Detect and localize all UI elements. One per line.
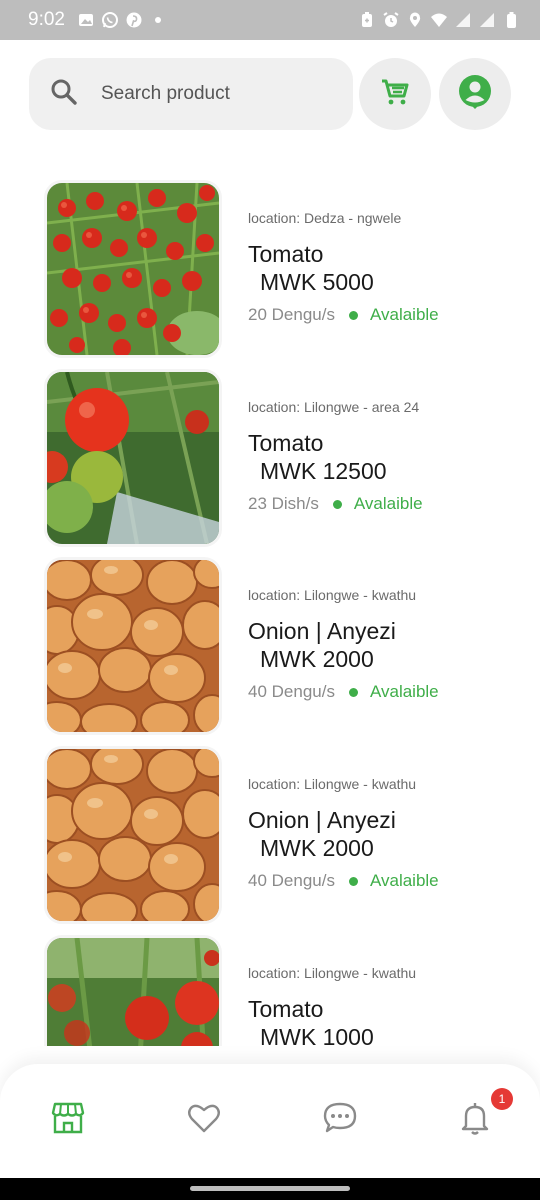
bell-icon (457, 1100, 493, 1141)
app-screen: 9:02 Search product location: Dedza - ng… (0, 0, 540, 1200)
nav-store-button[interactable] (48, 1100, 88, 1140)
search-input[interactable] (101, 83, 321, 105)
signal-icon (454, 11, 472, 29)
status-bar: 9:02 (0, 0, 540, 40)
nav-favorites-button[interactable] (184, 1100, 224, 1140)
whatsapp-icon (101, 11, 119, 29)
product-location: location: Lilongwe - kwathu (248, 965, 417, 981)
product-image-garden-tomatoes (44, 935, 222, 1046)
product-location: location: Lilongwe - kwathu (248, 587, 417, 603)
product-card[interactable]: location: Lilongwe - area 24 Tomato MWK … (44, 369, 514, 547)
status-right-icons (358, 11, 520, 29)
location-icon (406, 11, 424, 29)
product-info: location: Lilongwe - kwathu Tomato MWK 1… (248, 935, 416, 1046)
product-list[interactable]: location: Dedza - ngwele Tomato MWK 5000… (0, 180, 540, 1046)
product-status: Avalaible (353, 494, 423, 513)
gesture-area (0, 1178, 540, 1200)
product-image-vine-tomatoes (44, 369, 222, 547)
product-meta: 40 Dengu/s Avalaible (248, 871, 439, 891)
product-quantity: 23 Dish/s (248, 494, 319, 513)
product-name: Tomato (248, 996, 324, 1022)
product-location: location: Lilongwe - area 24 (248, 399, 420, 415)
chat-icon (322, 1100, 358, 1141)
status-dot-icon (348, 687, 358, 697)
bottom-nav: 1 (0, 1064, 540, 1178)
product-price: MWK 1000 (260, 1024, 374, 1046)
status-time: 9:02 (28, 9, 65, 30)
product-price: MWK 5000 (260, 269, 374, 295)
signal-icon-2 (478, 11, 496, 29)
product-price: MWK 2000 (260, 835, 374, 861)
product-quantity: 20 Dengu/s (248, 305, 335, 324)
product-price: MWK 2000 (260, 646, 374, 672)
cart-icon (379, 76, 411, 113)
battery-icon (502, 11, 520, 29)
product-image-onions (44, 557, 222, 735)
battery-saver-icon (358, 11, 376, 29)
product-name: Onion | Anyezi (248, 618, 396, 644)
nav-messages-button[interactable] (320, 1100, 360, 1140)
product-name: Tomato (248, 241, 324, 267)
product-price: MWK 12500 (260, 458, 387, 484)
dot-icon (149, 11, 167, 29)
header (29, 58, 511, 130)
product-status: Avalaible (369, 871, 439, 890)
alarm-icon (382, 11, 400, 29)
product-info: location: Lilongwe - area 24 Tomato MWK … (248, 369, 423, 547)
product-meta: 20 Dengu/s Avalaible (248, 305, 439, 325)
product-card[interactable]: location: Lilongwe - kwathu Onion | Anye… (44, 557, 514, 735)
product-card[interactable]: location: Lilongwe - kwathu Tomato MWK 1… (44, 935, 514, 1046)
profile-button[interactable] (439, 58, 511, 130)
product-card[interactable]: location: Lilongwe - kwathu Onion | Anye… (44, 746, 514, 924)
wifi-icon (430, 11, 448, 29)
product-image-cherry-tomatoes (44, 180, 222, 358)
product-info: location: Lilongwe - kwathu Onion | Anye… (248, 746, 439, 924)
product-quantity: 40 Dengu/s (248, 682, 335, 701)
product-image-onions (44, 746, 222, 924)
product-status: Avalaible (369, 305, 439, 324)
product-location: location: Lilongwe - kwathu (248, 776, 417, 792)
product-info: location: Lilongwe - kwathu Onion | Anye… (248, 557, 439, 735)
product-info: location: Dedza - ngwele Tomato MWK 5000… (248, 180, 439, 358)
store-icon (50, 1100, 86, 1141)
product-quantity: 40 Dengu/s (248, 871, 335, 890)
product-name: Onion | Anyezi (248, 807, 396, 833)
status-dot-icon (348, 310, 358, 320)
cart-button[interactable] (359, 58, 431, 130)
product-status: Avalaible (369, 682, 439, 701)
search-icon (49, 77, 79, 112)
product-name: Tomato (248, 430, 324, 456)
nav-notifications-button[interactable]: 1 (455, 1088, 513, 1141)
notification-badge: 1 (491, 1088, 513, 1110)
image-icon (77, 11, 95, 29)
status-left-icons (77, 11, 167, 29)
product-location: location: Dedza - ngwele (248, 210, 402, 226)
status-dot-icon (332, 499, 342, 509)
gesture-handle[interactable] (190, 1186, 350, 1191)
heart-icon (186, 1100, 222, 1141)
product-meta: 40 Dengu/s Avalaible (248, 682, 439, 702)
search-box[interactable] (29, 58, 353, 130)
product-card[interactable]: location: Dedza - ngwele Tomato MWK 5000… (44, 180, 514, 358)
product-meta: 23 Dish/s Avalaible (248, 494, 423, 514)
pinterest-icon (125, 11, 143, 29)
profile-icon (457, 74, 493, 115)
status-dot-icon (348, 876, 358, 886)
